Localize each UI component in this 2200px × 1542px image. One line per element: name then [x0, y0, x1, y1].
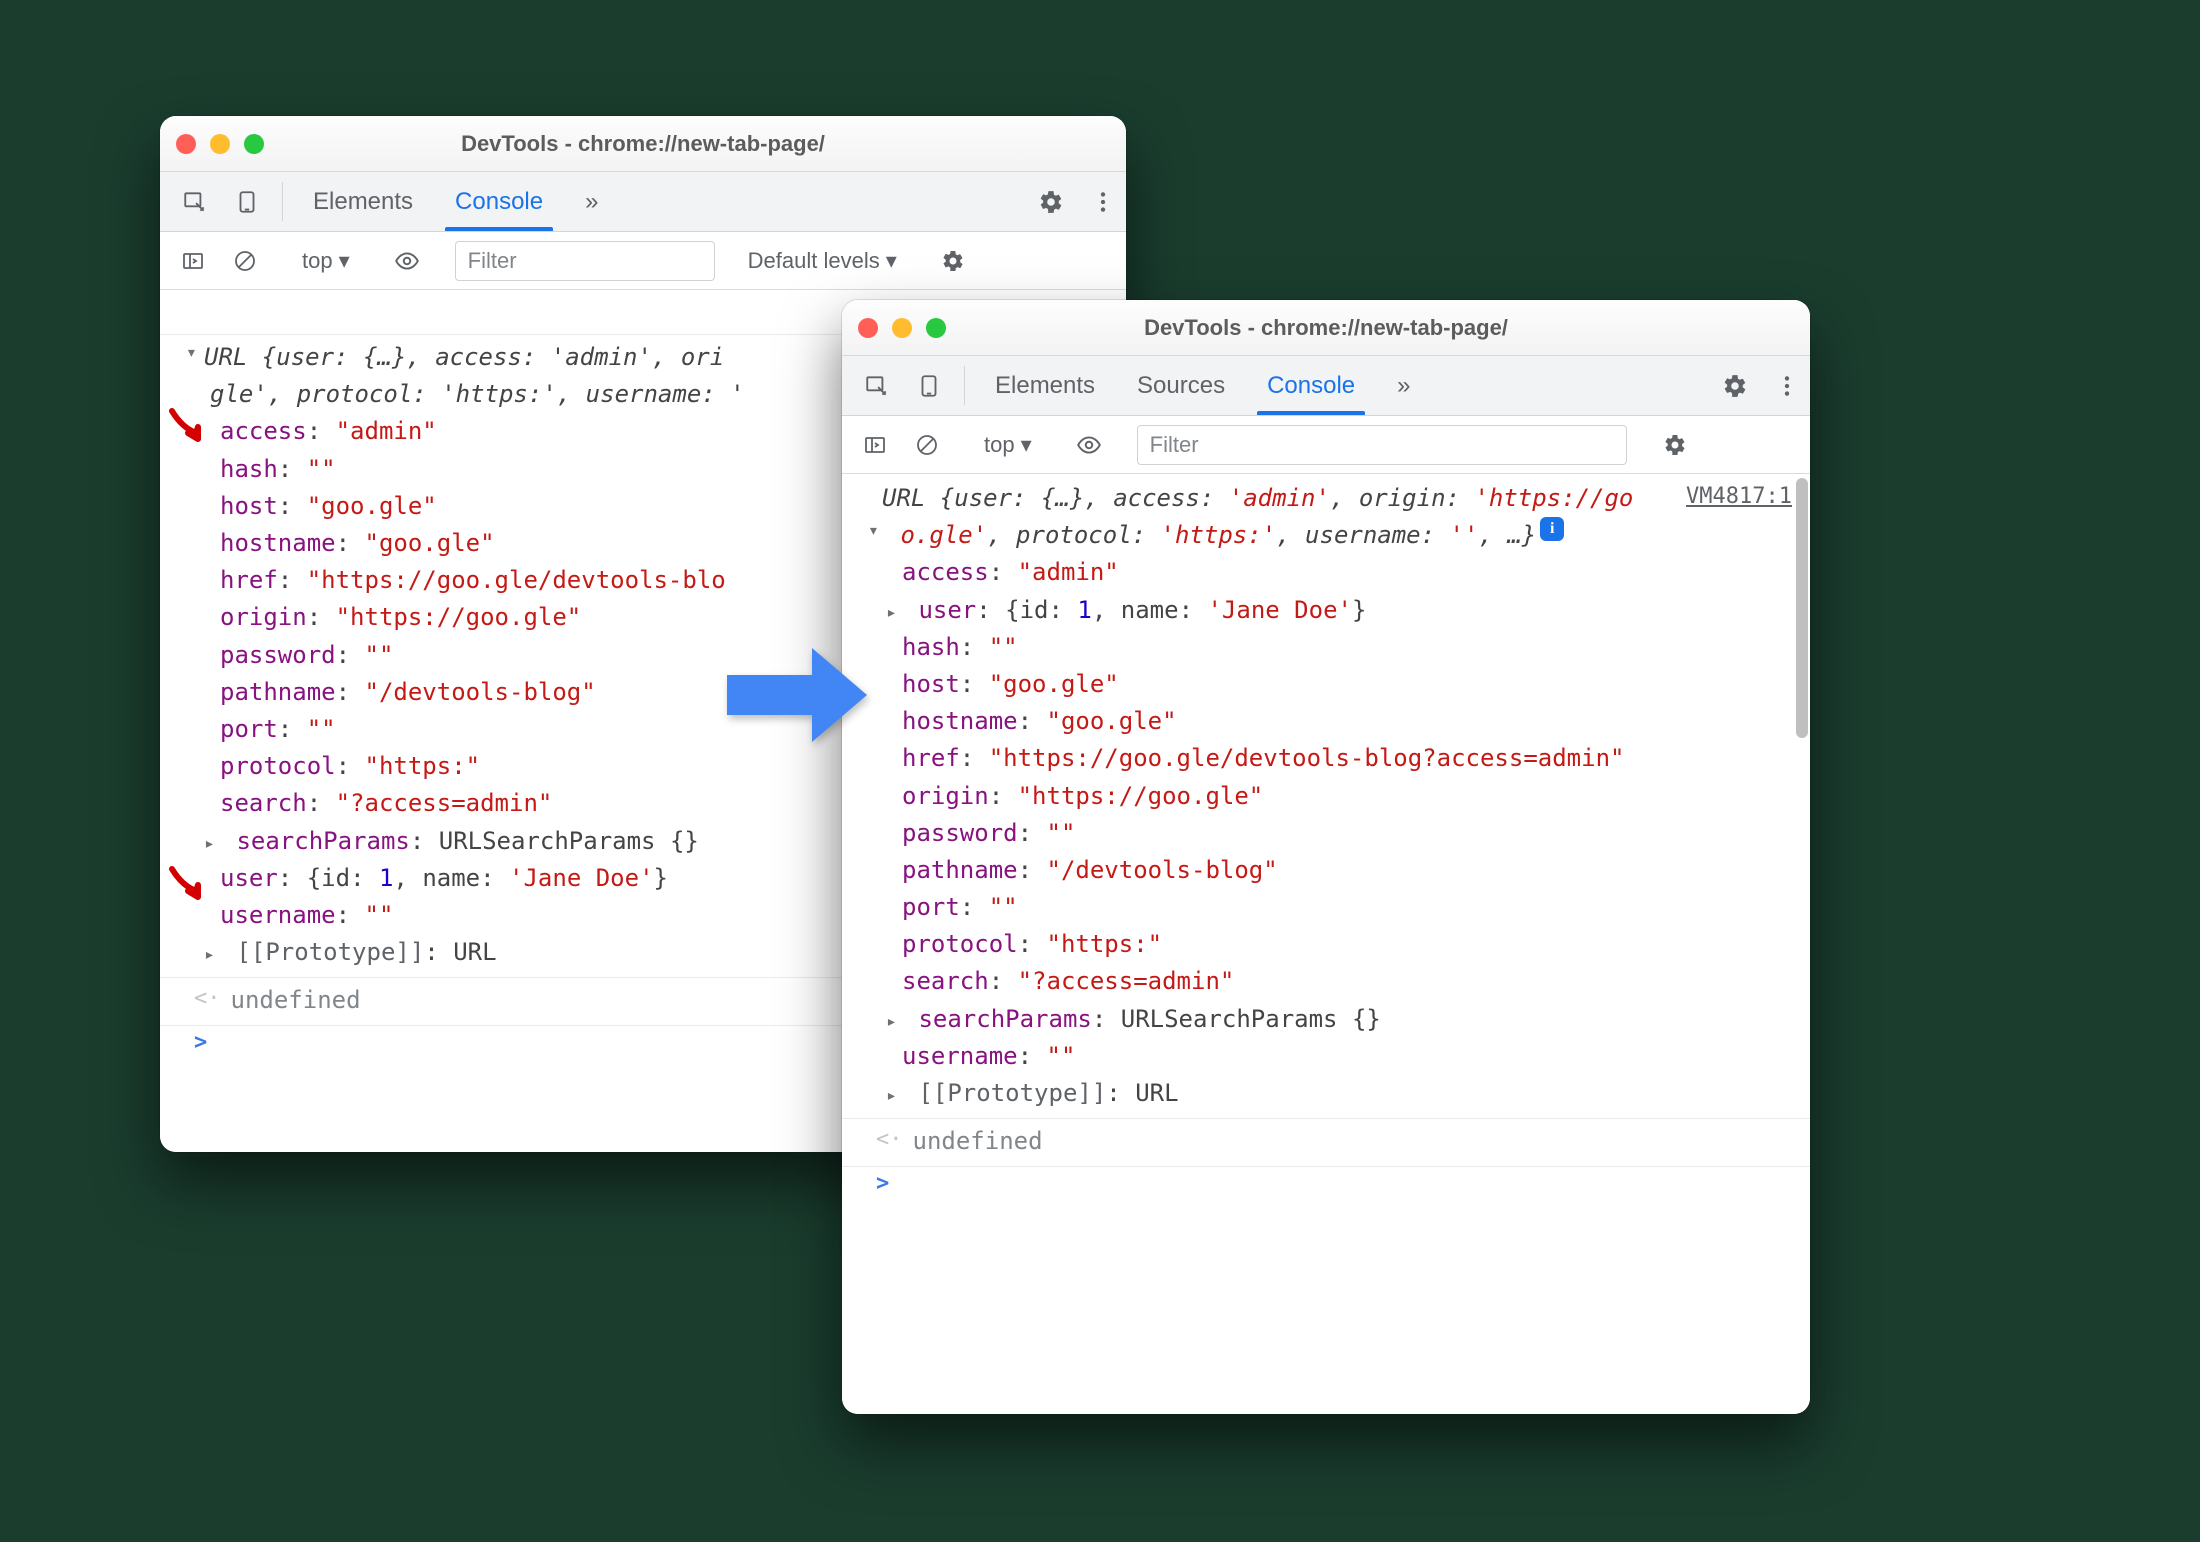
filter-input[interactable]: Filter — [455, 241, 715, 281]
titlebar[interactable]: DevTools - chrome://new-tab-page/ — [160, 116, 1126, 172]
context-selector[interactable]: top ▾ — [293, 243, 359, 279]
device-mode-icon[interactable] — [906, 356, 952, 415]
prompt-row[interactable]: > — [842, 1167, 1810, 1201]
prop-row[interactable]: access: "admin" — [842, 554, 1810, 591]
tab-elements[interactable]: Elements — [977, 356, 1113, 415]
window-title: DevTools - chrome://new-tab-page/ — [842, 315, 1810, 341]
minimize-icon[interactable] — [210, 134, 230, 154]
console-output[interactable]: VM4817:1 URL {user: {…}, access: 'admin'… — [842, 474, 1810, 1414]
object-summary[interactable]: URL {user: {…}, access: 'admin', origin:… — [882, 480, 1633, 517]
prop-row[interactable]: [[Prototype]]: URL — [842, 1075, 1810, 1112]
console-toolbar: top ▾ Filter Default levels ▾ — [160, 232, 1126, 290]
toggle-sidebar-icon[interactable] — [170, 249, 216, 273]
context-selector[interactable]: top ▾ — [975, 427, 1041, 463]
toggle-sidebar-icon[interactable] — [852, 433, 898, 457]
traffic-lights — [176, 134, 264, 154]
settings-icon[interactable] — [1028, 172, 1074, 231]
chevron-down-icon: ▾ — [886, 248, 897, 274]
log-levels-selector[interactable]: Default levels ▾ — [740, 248, 905, 274]
zoom-icon[interactable] — [244, 134, 264, 154]
filter-input[interactable]: Filter — [1137, 425, 1627, 465]
disclosure-triangle-icon[interactable] — [886, 599, 904, 627]
devtools-window-after: DevTools - chrome://new-tab-page/ Elemen… — [842, 300, 1810, 1414]
output-arrow-icon: <· — [180, 982, 231, 1016]
chevron-down-icon: ▾ — [339, 248, 350, 274]
zoom-icon[interactable] — [926, 318, 946, 338]
close-icon[interactable] — [176, 134, 196, 154]
context-label: top — [984, 432, 1015, 458]
disclosure-triangle-icon[interactable] — [886, 1082, 904, 1110]
object-summary[interactable]: gle', protocol: 'https:', username: ' — [210, 376, 745, 413]
tab-elements[interactable]: Elements — [295, 172, 431, 231]
inspect-icon[interactable] — [854, 356, 900, 415]
tab-sources[interactable]: Sources — [1119, 356, 1243, 415]
kebab-menu-icon[interactable] — [1080, 172, 1126, 231]
traffic-lights — [858, 318, 946, 338]
close-icon[interactable] — [858, 318, 878, 338]
tab-console[interactable]: Console — [1249, 356, 1373, 415]
source-link[interactable]: VM4817:1 — [1686, 480, 1792, 514]
tab-console[interactable]: Console — [437, 172, 561, 231]
prop-row[interactable]: href: "https://goo.gle/devtools-blog?acc… — [842, 740, 1810, 777]
clear-console-icon[interactable] — [904, 433, 950, 457]
disclosure-triangle-icon[interactable] — [186, 339, 204, 367]
devtools-tabstrip: Elements Console » — [160, 172, 1126, 232]
disclosure-triangle-icon[interactable] — [204, 941, 222, 969]
prop-row[interactable]: hash: "" — [842, 629, 1810, 666]
disclosure-triangle-icon[interactable] — [886, 1008, 904, 1036]
settings-icon[interactable] — [1652, 433, 1698, 457]
prompt-arrow-icon: > — [862, 1167, 899, 1201]
prop-row[interactable]: host: "goo.gle" — [842, 666, 1810, 703]
tab-more[interactable]: » — [1379, 356, 1428, 415]
return-value-row: <· undefined — [842, 1123, 1810, 1160]
eye-icon[interactable] — [1066, 432, 1112, 458]
titlebar[interactable]: DevTools - chrome://new-tab-page/ — [842, 300, 1810, 356]
object-summary[interactable]: o.gle', protocol: 'https:', username: ''… — [886, 517, 1536, 554]
prop-row[interactable]: user: {id: 1, name: 'Jane Doe'} — [842, 592, 1810, 629]
prompt-arrow-icon: > — [180, 1026, 217, 1060]
transition-arrow-icon — [722, 640, 872, 755]
prop-row[interactable]: protocol: "https:" — [842, 926, 1810, 963]
kebab-menu-icon[interactable] — [1764, 356, 1810, 415]
eye-icon[interactable] — [384, 248, 430, 274]
context-label: top — [302, 248, 333, 274]
object-summary[interactable]: URL {user: {…}, access: 'admin', ori — [204, 339, 724, 376]
chevron-down-icon: ▾ — [1021, 432, 1032, 458]
settings-icon[interactable] — [1712, 356, 1758, 415]
disclosure-triangle-icon[interactable] — [204, 830, 222, 858]
prop-row[interactable]: password: "" — [842, 815, 1810, 852]
prop-row[interactable]: pathname: "/devtools-blog" — [842, 852, 1810, 889]
info-badge-icon[interactable]: i — [1540, 517, 1564, 541]
output-arrow-icon: <· — [862, 1123, 913, 1157]
devtools-tabstrip: Elements Sources Console » — [842, 356, 1810, 416]
prop-row[interactable]: searchParams: URLSearchParams {} — [842, 1001, 1810, 1038]
separator — [964, 366, 965, 405]
prop-row[interactable]: origin: "https://goo.gle" — [842, 778, 1810, 815]
clear-console-icon[interactable] — [222, 249, 268, 273]
separator — [282, 182, 283, 221]
prop-row[interactable]: port: "" — [842, 889, 1810, 926]
disclosure-triangle-icon[interactable] — [868, 517, 886, 545]
inspect-icon[interactable] — [172, 172, 218, 231]
minimize-icon[interactable] — [892, 318, 912, 338]
window-title: DevTools - chrome://new-tab-page/ — [160, 131, 1126, 157]
tab-more[interactable]: » — [567, 172, 616, 231]
prop-row[interactable]: search: "?access=admin" — [842, 963, 1810, 1000]
prop-row[interactable]: hostname: "goo.gle" — [842, 703, 1810, 740]
settings-icon[interactable] — [930, 249, 976, 273]
console-toolbar: top ▾ Filter — [842, 416, 1810, 474]
prop-row[interactable]: username: "" — [842, 1038, 1810, 1075]
device-mode-icon[interactable] — [224, 172, 270, 231]
